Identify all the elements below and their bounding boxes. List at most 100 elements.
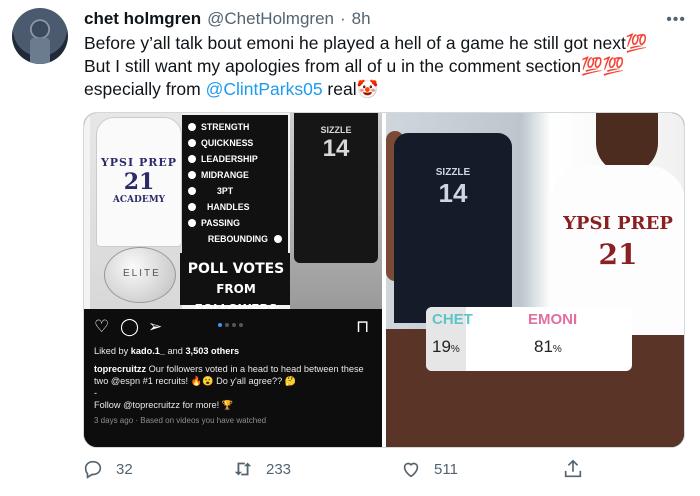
carousel-dot (225, 323, 229, 327)
ig-caption-block: Liked by kado.1_ and 3,503 others toprec… (94, 345, 370, 427)
reply-icon (84, 460, 102, 479)
jersey-number: 21 (123, 169, 155, 195)
caption: toprecruitzz Our followers voted in a he… (94, 363, 370, 387)
stat-bullet-icon (188, 123, 196, 131)
stat-label: LEADERSHIP (201, 154, 258, 164)
stat-label: STRENGTH (201, 122, 250, 132)
ball-text: ELITE (123, 268, 161, 279)
tweet-time[interactable]: 8h (352, 9, 371, 29)
stat-bullet-icon (188, 139, 196, 147)
instagram-post-image[interactable]: YPSI PREP 21 ACADEMY ELITE STRENGTH QUIC… (84, 113, 382, 447)
tweet-line-3-prefix: especially from (84, 79, 206, 99)
percent-sign: % (552, 344, 562, 355)
stats-list: STRENGTH QUICKNESS LEADERSHIP MIDRANGE 3… (182, 115, 288, 257)
tweet-actions: 32 233 511 (82, 458, 602, 486)
retweet-button[interactable]: 233 (232, 458, 291, 480)
stat-label: HANDLES (207, 202, 250, 212)
jersey-school: YPSI PREP (100, 156, 178, 169)
liked-by-user: kado.1_ (130, 346, 165, 356)
retweet-icon (234, 462, 252, 476)
avatar-jersey (30, 38, 50, 64)
heart-icon (403, 462, 419, 478)
stat-label: 3PT (217, 186, 234, 196)
black-jersey: SIZZLE 14 (294, 113, 378, 263)
poll-option-a: CHET (432, 311, 473, 328)
send-icon[interactable]: ➢ (148, 317, 162, 337)
percent-b-value: 81 (534, 337, 553, 356)
white-jersey: YPSI PREP 21 ACADEMY (96, 117, 182, 247)
tweet-line-3: especially from @ClintParks05 real🤡 (84, 78, 684, 101)
reply-count: 32 (116, 460, 133, 478)
stat-label: QUICKNESS (201, 138, 254, 148)
avatar[interactable] (12, 8, 68, 64)
stat-bullet-icon (188, 203, 196, 211)
jersey-number: 21 (598, 238, 638, 271)
reply-button[interactable]: 32 (82, 458, 133, 480)
ig-photo: YPSI PREP 21 ACADEMY ELITE STRENGTH QUIC… (84, 113, 382, 309)
poll-title-line-2: FROM FOLLOWERS (194, 282, 278, 309)
tweet-line-1: Before y’all talk bout emoni he played a… (84, 33, 648, 53)
poll-percent-b: 81% (534, 337, 562, 357)
caption-follow: Follow @toprecruitzz for more! 🏆 (94, 400, 234, 410)
stat-bullet-icon (188, 219, 196, 227)
stat-label: PASSING (201, 218, 240, 228)
jersey-sub: ACADEMY (112, 195, 166, 205)
stat-bullet-icon (188, 155, 196, 163)
ig-timestamp: 3 days ago · Based on videos you have wa… (94, 416, 267, 425)
like-count: 511 (434, 460, 458, 478)
jersey-name: SIZZLE (435, 167, 471, 178)
stat-item: REBOUNDING (188, 231, 282, 247)
tweet-media[interactable]: YPSI PREP 21 ACADEMY ELITE STRENGTH QUIC… (83, 112, 685, 448)
stat-label: REBOUNDING (207, 234, 268, 244)
share-button[interactable] (562, 458, 584, 480)
poll-photo: SIZZLE 14 YPSI PREP 21 (386, 113, 684, 335)
share-icon (564, 459, 582, 478)
percent-sign: % (450, 344, 460, 355)
separator: · (340, 9, 346, 28)
jersey-school: YPSI PREP (563, 213, 673, 234)
tweet-line-3-suffix: real🤡 (322, 79, 379, 99)
author-handle[interactable]: @ChetHolmgren (207, 9, 334, 29)
caption-dash: - (94, 388, 98, 398)
author-name[interactable]: chet holmgren (84, 9, 201, 29)
poll-title-line-1: POLL VOTES (187, 261, 285, 277)
carousel-dots (218, 323, 243, 327)
basketball: ELITE (104, 247, 176, 303)
bookmark-icon[interactable]: ⊓ (356, 317, 369, 337)
carousel-dot (218, 323, 222, 327)
player-left: YPSI PREP 21 ACADEMY ELITE (90, 113, 182, 309)
poll-option-b: EMONI (528, 311, 578, 328)
navy-jersey: SIZZLE 14 (394, 133, 512, 323)
more-dots-icon[interactable]: ••• (666, 11, 686, 29)
percent-a-value: 19 (432, 337, 451, 356)
player-head (596, 113, 658, 173)
stat-item: STRENGTH (188, 119, 282, 135)
player-emoni: YPSI PREP 21 (526, 113, 684, 335)
comment-icon[interactable]: ◯ (120, 317, 139, 337)
stat-item: MIDRANGE (188, 167, 282, 183)
jersey-name: SIZZLE (320, 125, 352, 135)
carousel-dot (239, 323, 243, 327)
poll-percent-a: 19% (432, 337, 460, 357)
player-right: SIZZLE 14 (290, 113, 382, 309)
stat-bullet-icon (188, 171, 196, 179)
like-button[interactable]: 511 (400, 458, 458, 480)
stat-item: 3PT (188, 183, 282, 199)
tweet-header: chet holmgren @ChetHolmgren · 8h (84, 9, 688, 29)
mention-link[interactable]: @ClintParks05 (206, 79, 323, 99)
stat-item: PASSING (188, 215, 282, 231)
tweet-line-2: But I still want my apologies from all o… (84, 56, 625, 76)
stat-item: QUICKNESS (188, 135, 282, 151)
liked-by: Liked by kado.1_ and 3,503 others (94, 345, 370, 357)
jersey-number: 14 (438, 178, 468, 208)
stat-item: LEADERSHIP (188, 151, 282, 167)
poll-image[interactable]: SIZZLE 14 YPSI PREP 21 CHET EMONI 19% 81… (386, 113, 684, 447)
tweet-text: Before y’all talk bout emoni he played a… (84, 32, 684, 101)
poll-result-box: CHET EMONI 19% 81% (426, 307, 632, 371)
stat-item: HANDLES (188, 199, 282, 215)
liked-by-count: 3,503 others (185, 346, 240, 356)
liked-by-prefix: Liked by (94, 346, 131, 356)
heart-icon[interactable]: ♡ (94, 317, 109, 337)
stat-label: MIDRANGE (201, 170, 249, 180)
carousel-dot (232, 323, 236, 327)
